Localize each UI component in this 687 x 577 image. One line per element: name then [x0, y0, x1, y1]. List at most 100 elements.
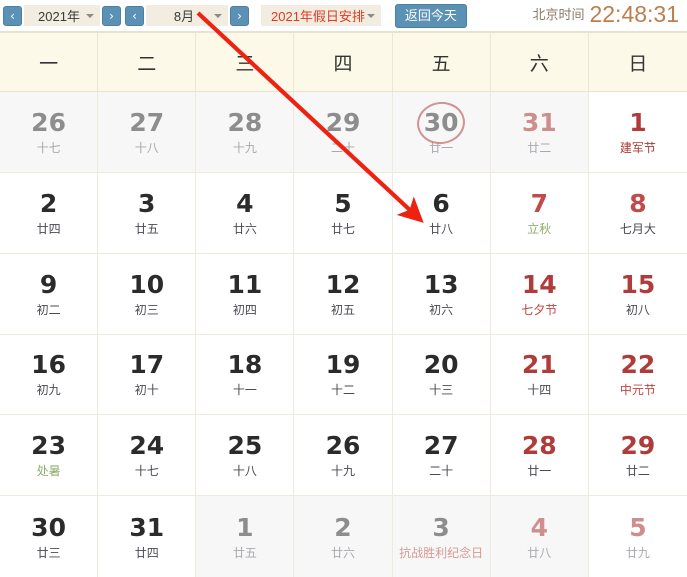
- weekday-header-3: 四: [294, 33, 393, 91]
- clock-time: 22:48:31: [589, 1, 679, 27]
- day-cell[interactable]: 1 廿五: [196, 496, 295, 577]
- day-cell[interactable]: 11 初四: [196, 253, 295, 334]
- day-cell[interactable]: 4 廿八: [490, 496, 589, 577]
- day-cell[interactable]: 1 建军节: [588, 92, 687, 172]
- day-cell[interactable]: 12 初五: [294, 253, 393, 334]
- day-cell[interactable]: 5 廿九: [588, 496, 687, 577]
- day-cell[interactable]: 3 抗战胜利纪念日: [392, 496, 491, 577]
- day-number: 4: [236, 188, 254, 218]
- day-lunar-label: 建军节: [619, 140, 656, 155]
- day-lunar-label: 二十: [429, 464, 454, 479]
- day-number: 31: [521, 107, 557, 137]
- day-cell[interactable]: 2 廿四: [0, 172, 99, 253]
- day-number: 23: [31, 431, 66, 461]
- day-cell[interactable]: 21 十四: [490, 334, 589, 415]
- day-cell[interactable]: 5 廿七: [294, 172, 393, 253]
- day-lunar-label: 廿八: [429, 221, 454, 236]
- holiday-schedule-select[interactable]: 2021年假日安排: [261, 5, 381, 26]
- day-number: 2: [334, 512, 352, 542]
- day-cell[interactable]: 24 十七: [98, 415, 197, 496]
- day-lunar-label: 廿一: [429, 140, 454, 155]
- day-lunar-label: 七夕节: [521, 302, 558, 317]
- year-select[interactable]: 2021年: [24, 5, 100, 26]
- year-select-value: 2021年: [38, 9, 80, 24]
- day-cell[interactable]: 18 十一: [196, 334, 295, 415]
- day-cell[interactable]: 28 十九: [196, 92, 295, 172]
- return-to-today-button[interactable]: 返回今天: [394, 3, 467, 28]
- day-number: 3: [432, 512, 450, 542]
- week-row: 23 处暑 24 十七 25 十八 26 十九 27 二十 28 廿一 29 廿二: [0, 415, 687, 497]
- day-cell[interactable]: 20 十三: [392, 334, 491, 415]
- prev-year-button[interactable]: ‹: [3, 5, 22, 26]
- week-row: 16 初九 17 初十 18 十一 19 十二 20 十三 21 十四 22 中元节: [0, 334, 687, 416]
- prev-month-button[interactable]: ‹: [125, 5, 144, 26]
- day-cell[interactable]: 22 中元节: [588, 334, 687, 415]
- day-cell[interactable]: 3 廿五: [98, 172, 197, 253]
- day-number: 15: [620, 269, 656, 299]
- day-cell[interactable]: 30 廿一: [392, 92, 491, 172]
- month-select[interactable]: 8月: [146, 5, 228, 26]
- day-cell[interactable]: 9 初二: [0, 253, 99, 334]
- day-number: 22: [620, 350, 656, 380]
- day-cell[interactable]: 15 初八: [588, 253, 687, 334]
- day-lunar-label: 廿九: [625, 545, 650, 560]
- day-lunar-label: 初四: [232, 302, 257, 317]
- day-cell[interactable]: 27 二十: [392, 415, 491, 496]
- next-month-button[interactable]: ›: [230, 5, 249, 26]
- day-lunar-label: 十一: [232, 383, 257, 398]
- weekday-header-2: 三: [196, 33, 295, 91]
- day-number: 25: [227, 431, 263, 461]
- day-cell[interactable]: 4 廿六: [196, 172, 295, 253]
- weekday-header-row: 一二三四五六 日: [0, 32, 687, 92]
- day-cell[interactable]: 17 初十: [98, 334, 197, 415]
- day-number: 16: [31, 350, 66, 380]
- day-cell[interactable]: 19 十二: [294, 334, 393, 415]
- day-cell[interactable]: 23 处暑: [0, 415, 99, 496]
- day-cell[interactable]: 7 立秋: [490, 172, 589, 253]
- week-row: 9 初二 10 初三 11 初四 12 初五 13 初六 14 七夕节 15 初八: [0, 253, 687, 335]
- next-year-button[interactable]: ›: [102, 5, 121, 26]
- day-cell[interactable]: 13 初六: [392, 253, 491, 334]
- weekday-header-0: 一: [0, 33, 99, 91]
- day-lunar-label: 七月大: [619, 221, 656, 236]
- day-cell[interactable]: 8 七月大: [588, 172, 687, 253]
- day-lunar-label: 十七: [134, 464, 159, 479]
- day-number: 28: [521, 431, 557, 461]
- day-lunar-label: 十八: [134, 140, 159, 155]
- day-lunar-label: 廿四: [36, 221, 61, 236]
- day-number: 19: [325, 350, 361, 380]
- calendar-weeks: 26 十七 27 十八 28 十九 29 二十 30 廿一 31 廿二 1 建军节 2 廿四 3 廿五 4 廿六 5 廿七…: [0, 92, 687, 577]
- day-lunar-label: 廿二: [527, 140, 552, 155]
- day-number: 5: [629, 512, 647, 542]
- day-cell[interactable]: 31 廿二: [490, 92, 589, 172]
- day-lunar-label: 廿六: [330, 545, 355, 560]
- day-cell[interactable]: 29 二十: [294, 92, 393, 172]
- day-lunar-label: 初六: [429, 302, 454, 317]
- day-lunar-label: 初九: [36, 383, 61, 398]
- day-cell[interactable]: 16 初九: [0, 334, 99, 415]
- day-number: 2: [39, 188, 58, 218]
- day-cell[interactable]: 27 十八: [98, 92, 197, 172]
- day-cell[interactable]: 31 廿四: [98, 496, 197, 577]
- day-cell[interactable]: 14 七夕节: [490, 253, 589, 334]
- day-lunar-label: 处暑: [36, 464, 61, 479]
- day-number: 12: [325, 269, 361, 299]
- day-number: 10: [129, 269, 165, 299]
- day-number: 4: [530, 512, 548, 542]
- day-cell[interactable]: 29 廿二: [588, 415, 687, 496]
- day-cell[interactable]: 30 廿三: [0, 496, 99, 577]
- day-number: 30: [423, 107, 459, 137]
- day-number: 24: [129, 431, 165, 461]
- day-cell[interactable]: 28 廿一: [490, 415, 589, 496]
- day-number: 27: [129, 107, 165, 137]
- day-cell[interactable]: 10 初三: [98, 253, 197, 334]
- week-row: 2 廿四 3 廿五 4 廿六 5 廿七 6 廿八 7 立秋 8 七月大: [0, 172, 687, 254]
- day-cell[interactable]: 26 十九: [294, 415, 393, 496]
- day-lunar-label: 廿八: [527, 545, 552, 560]
- day-cell[interactable]: 6 廿八: [392, 172, 491, 253]
- week-row: 26 十七 27 十八 28 十九 29 二十 30 廿一 31 廿二 1 建军节: [0, 92, 687, 173]
- day-cell[interactable]: 26 十七: [0, 92, 99, 172]
- day-cell[interactable]: 25 十八: [196, 415, 295, 496]
- day-lunar-label: 初三: [134, 302, 159, 317]
- day-cell[interactable]: 2 廿六: [294, 496, 393, 577]
